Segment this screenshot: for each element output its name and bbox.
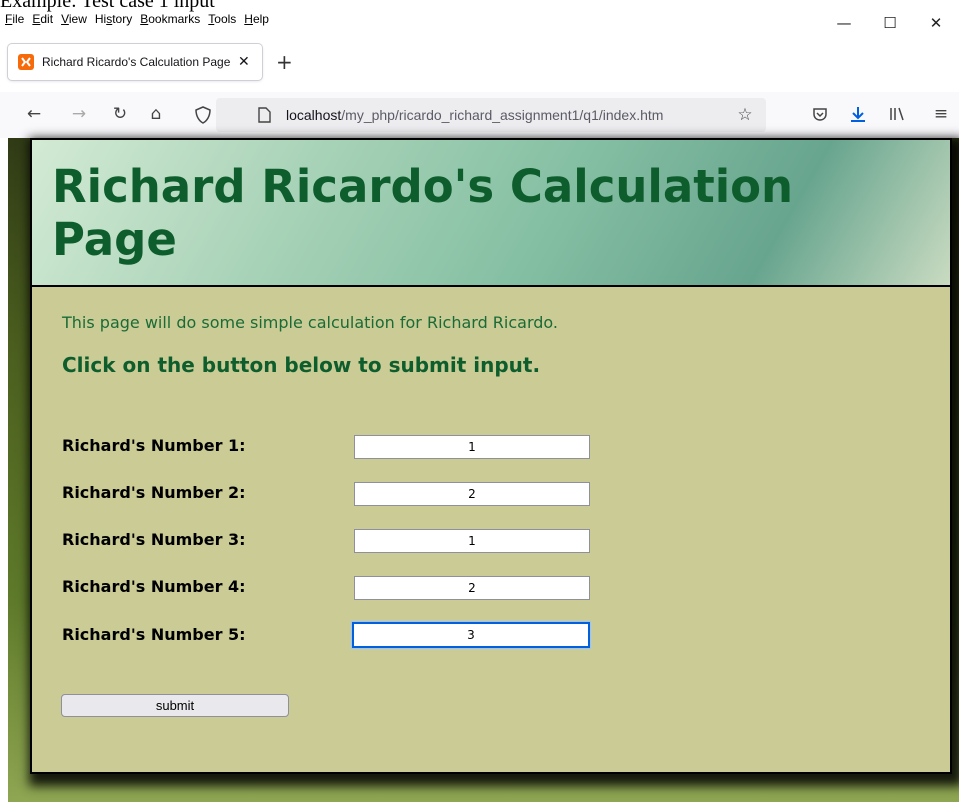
instruction-heading: Click on the button below to submit inpu… [62, 353, 541, 377]
menu-tools[interactable]: Tools [208, 12, 236, 26]
number-5-input[interactable] [351, 621, 591, 649]
tab-close-icon[interactable]: ✕ [238, 54, 250, 70]
maximize-button[interactable]: ☐ [867, 8, 913, 38]
hamburger-menu-icon[interactable]: ≡ [929, 102, 953, 126]
close-window-button[interactable]: ✕ [913, 8, 959, 38]
page-icon [252, 103, 276, 127]
menu-history[interactable]: History [95, 12, 132, 26]
navigation-bar: ← → ↻ ⌂ localhost/my_php/ricardo_richard… [0, 92, 959, 138]
forward-icon[interactable]: → [67, 102, 91, 126]
header-banner: Richard Ricardo's Calculation Page [32, 140, 950, 287]
number-1-input[interactable] [354, 435, 590, 459]
menu-view[interactable]: View [61, 12, 87, 26]
page-viewport: Richard Ricardo's Calculation Page This … [8, 138, 959, 802]
tab-strip: Richard Ricardo's Calculation Page ✕ + [0, 38, 959, 84]
number-4-input[interactable] [354, 576, 590, 600]
number-3-label: Richard's Number 3: [62, 530, 246, 549]
library-icon[interactable] [885, 102, 909, 126]
submit-button[interactable]: submit [61, 694, 289, 717]
new-tab-button[interactable]: + [276, 50, 293, 74]
window-controls: — ☐ ✕ [821, 8, 959, 38]
number-2-label: Richard's Number 2: [62, 483, 246, 502]
menu-edit[interactable]: Edit [32, 12, 53, 26]
menu-bookmarks[interactable]: Bookmarks [140, 12, 200, 26]
menu-file[interactable]: File [5, 12, 24, 26]
xampp-favicon-icon [18, 54, 34, 70]
tab-calculation-page[interactable]: Richard Ricardo's Calculation Page ✕ [8, 44, 262, 80]
content-card: Richard Ricardo's Calculation Page This … [30, 138, 952, 774]
download-icon[interactable] [846, 102, 870, 126]
shield-icon[interactable] [191, 103, 215, 127]
reload-icon[interactable]: ↻ [108, 102, 132, 126]
menu-bar: File Edit View History Bookmarks Tools H… [0, 8, 959, 30]
address-bar[interactable]: localhost/my_php/ricardo_richard_assignm… [195, 98, 766, 132]
number-2-input[interactable] [354, 482, 590, 506]
number-5-label: Richard's Number 5: [62, 625, 246, 644]
bookmark-star-icon[interactable]: ☆ [733, 103, 757, 127]
number-1-label: Richard's Number 1: [62, 436, 246, 455]
page-title: Richard Ricardo's Calculation Page [52, 160, 794, 266]
menu-help[interactable]: Help [244, 12, 269, 26]
home-icon[interactable]: ⌂ [144, 102, 168, 126]
intro-text: This page will do some simple calculatio… [62, 313, 559, 332]
minimize-button[interactable]: — [821, 8, 867, 38]
number-4-label: Richard's Number 4: [62, 577, 246, 596]
url-text[interactable]: localhost/my_php/ricardo_richard_assignm… [286, 107, 663, 123]
number-3-input[interactable] [354, 529, 590, 553]
pocket-icon[interactable] [808, 102, 832, 126]
tab-title: Richard Ricardo's Calculation Page [42, 55, 231, 69]
back-icon[interactable]: ← [22, 102, 46, 126]
